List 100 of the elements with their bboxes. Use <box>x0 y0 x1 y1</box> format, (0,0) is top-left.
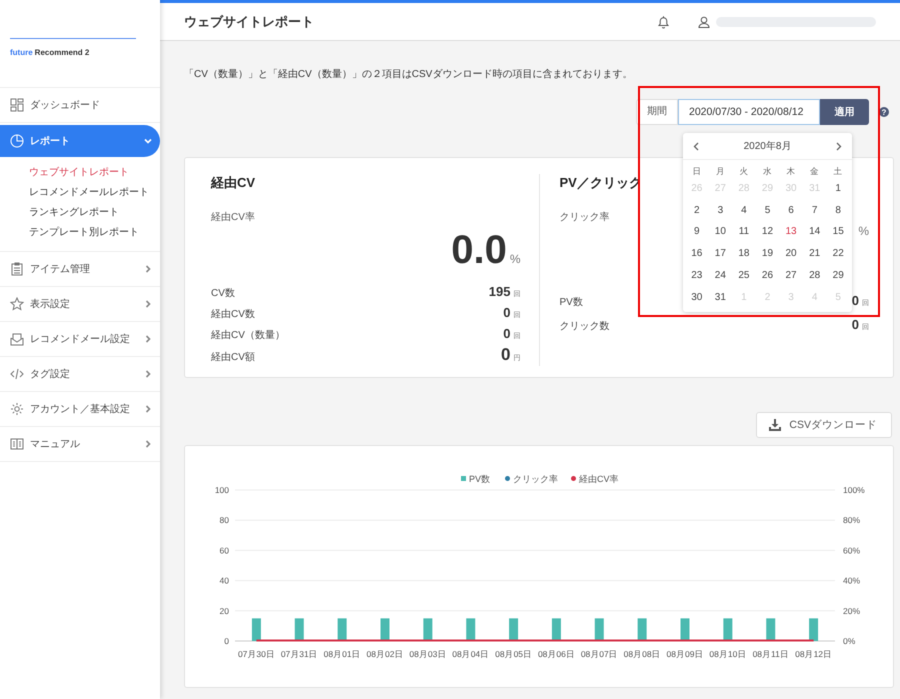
sidebar-item[interactable]: タグ設定 <box>0 357 160 391</box>
submenu-item[interactable]: ランキングレポート <box>29 203 119 223</box>
axis-tick-label: 08月09日 <box>666 649 704 659</box>
weekday-label: 木 <box>786 165 797 178</box>
bar <box>252 618 261 641</box>
calendar-day[interactable]: 29 <box>826 264 850 287</box>
calendar-day[interactable]: 31 <box>708 286 732 308</box>
calendar-day[interactable]: 13 <box>779 221 803 244</box>
sidebar-item[interactable]: レコメンドメール設定 <box>0 322 160 356</box>
menu-icon-drawing <box>10 262 24 276</box>
axis-tick-label: 0% <box>843 636 856 646</box>
chevron-right-icon <box>144 405 152 413</box>
bar <box>509 618 518 641</box>
axis-tick-label: 40% <box>843 576 860 586</box>
calendar-day[interactable]: 26 <box>756 264 780 287</box>
date-range-field[interactable]: 2020/07/30 - 2020/08/12 <box>678 99 820 125</box>
axis-tick-label: 60% <box>843 545 860 556</box>
calendar-day[interactable]: 24 <box>708 264 732 287</box>
logo-text: future <box>10 48 33 57</box>
stat-value: 0 <box>852 293 859 308</box>
calendar-day[interactable]: 19 <box>756 243 780 265</box>
stat-value: 0 <box>503 304 510 320</box>
axis-tick-label: 100% <box>843 485 865 495</box>
period-label: 期間 <box>636 99 678 125</box>
help-icon[interactable]: ? <box>879 107 889 117</box>
axis-tick-label: 07月31日 <box>280 649 318 659</box>
calendar-day[interactable]: 3 <box>708 200 732 222</box>
stat-value: 0 <box>501 345 510 364</box>
submenu-item[interactable]: レコメンドメールレポート <box>29 183 149 203</box>
bar <box>809 618 818 641</box>
weekday-label: 金 <box>809 165 820 178</box>
calendar-day[interactable]: 5 <box>756 200 780 222</box>
calendar-day[interactable]: 20 <box>779 243 803 265</box>
bar <box>338 618 347 641</box>
legend-label: PV数 <box>469 474 490 484</box>
calendar-day[interactable]: 28 <box>802 264 826 287</box>
notice-text: 「CV（数量）」と「経由CV（数量）」の２項目はCSVダウンロード時の項目に含まれております。 <box>184 68 634 81</box>
calendar-day[interactable]: 18 <box>732 243 756 265</box>
calendar-day[interactable]: 10 <box>708 221 732 244</box>
calendar-day[interactable]: 8 <box>826 200 850 222</box>
axis-tick-label: 08月11日 <box>752 649 789 659</box>
stat-label: 経由CV額 <box>211 350 255 364</box>
axis-tick-label: 08月10日 <box>709 649 746 659</box>
axis-tick-label: 20% <box>843 606 860 616</box>
legend-item[interactable]: 経由CV率 <box>571 474 619 484</box>
axis-tick-label: 08月06日 <box>538 649 575 659</box>
menu-icon-drawing <box>10 98 24 112</box>
axis-tick-label: 08月12日 <box>795 649 832 659</box>
axis-tick-label: 08月05日 <box>495 649 532 659</box>
calendar-day[interactable]: 7 <box>802 200 826 222</box>
weekday-label: 月 <box>714 165 726 178</box>
legend-item[interactable]: PV数 <box>461 474 490 484</box>
sidebar-item[interactable]: ダッシュボード <box>0 88 160 122</box>
calendar-day[interactable]: 11 <box>732 221 756 244</box>
calendar-day[interactable]: 6 <box>779 200 803 222</box>
menu-icon-drawing <box>10 402 24 416</box>
sidebar-item[interactable]: アイテム管理 <box>0 252 160 286</box>
bar <box>294 618 304 641</box>
previous-month-button[interactable] <box>693 142 700 150</box>
calendar-day[interactable]: 30 <box>685 286 709 308</box>
next-month-button[interactable] <box>835 142 842 150</box>
notification-bell-icon[interactable] <box>657 14 670 28</box>
calendar-day[interactable]: 22 <box>826 243 850 265</box>
calendar-day[interactable]: 12 <box>756 221 780 244</box>
legend-item[interactable]: クリック率 <box>505 474 558 484</box>
calendar-day[interactable]: 14 <box>802 221 826 244</box>
bar <box>466 618 476 641</box>
submenu-item[interactable]: ウェブサイトレポート <box>29 163 129 183</box>
weekday-label: 水 <box>762 165 773 178</box>
sidebar-item[interactable]: マニュアル <box>0 427 160 461</box>
sidebar-item[interactable]: アカウント／基本設定 <box>0 392 160 426</box>
stat-value: 195 <box>488 284 510 300</box>
bar <box>723 618 732 641</box>
bar <box>423 618 432 641</box>
stat-label: 経由CV率 <box>211 210 255 224</box>
calendar-day[interactable]: 23 <box>685 264 709 287</box>
page-title: ウェブサイトレポート <box>184 12 315 30</box>
apply-button[interactable]: 適用 <box>820 99 869 125</box>
calendar-day[interactable]: 1 <box>826 178 850 200</box>
calendar-day[interactable]: 9 <box>685 221 709 244</box>
calendar-day[interactable]: 16 <box>685 243 709 265</box>
calendar-day[interactable]: 17 <box>708 243 732 265</box>
calendar-day[interactable]: 2 <box>685 200 709 222</box>
calendar-day[interactable]: 15 <box>826 221 850 244</box>
calendar-day[interactable]: 4 <box>732 200 756 222</box>
user-icon[interactable] <box>698 16 710 28</box>
axis-tick-label: 80% <box>843 515 860 526</box>
stat-label: CV数 <box>211 287 235 300</box>
stat-value: 0 <box>852 316 859 332</box>
stat-label: 経由CV（数量） <box>211 328 285 342</box>
sidebar-item[interactable]: 表示設定 <box>0 287 160 321</box>
stat-value: 0 <box>503 326 510 341</box>
stat-unit: % <box>858 224 869 238</box>
calendar-day[interactable]: 27 <box>779 264 803 287</box>
submenu-item[interactable]: テンプレート別レポート <box>29 223 139 243</box>
csv-download-button[interactable]: CSVダウンロード <box>756 412 892 438</box>
calendar-day[interactable]: 21 <box>802 243 826 265</box>
chevron-right-icon <box>144 440 152 448</box>
calendar-day[interactable]: 25 <box>732 264 756 287</box>
sidebar-item[interactable]: レポート <box>0 125 160 157</box>
